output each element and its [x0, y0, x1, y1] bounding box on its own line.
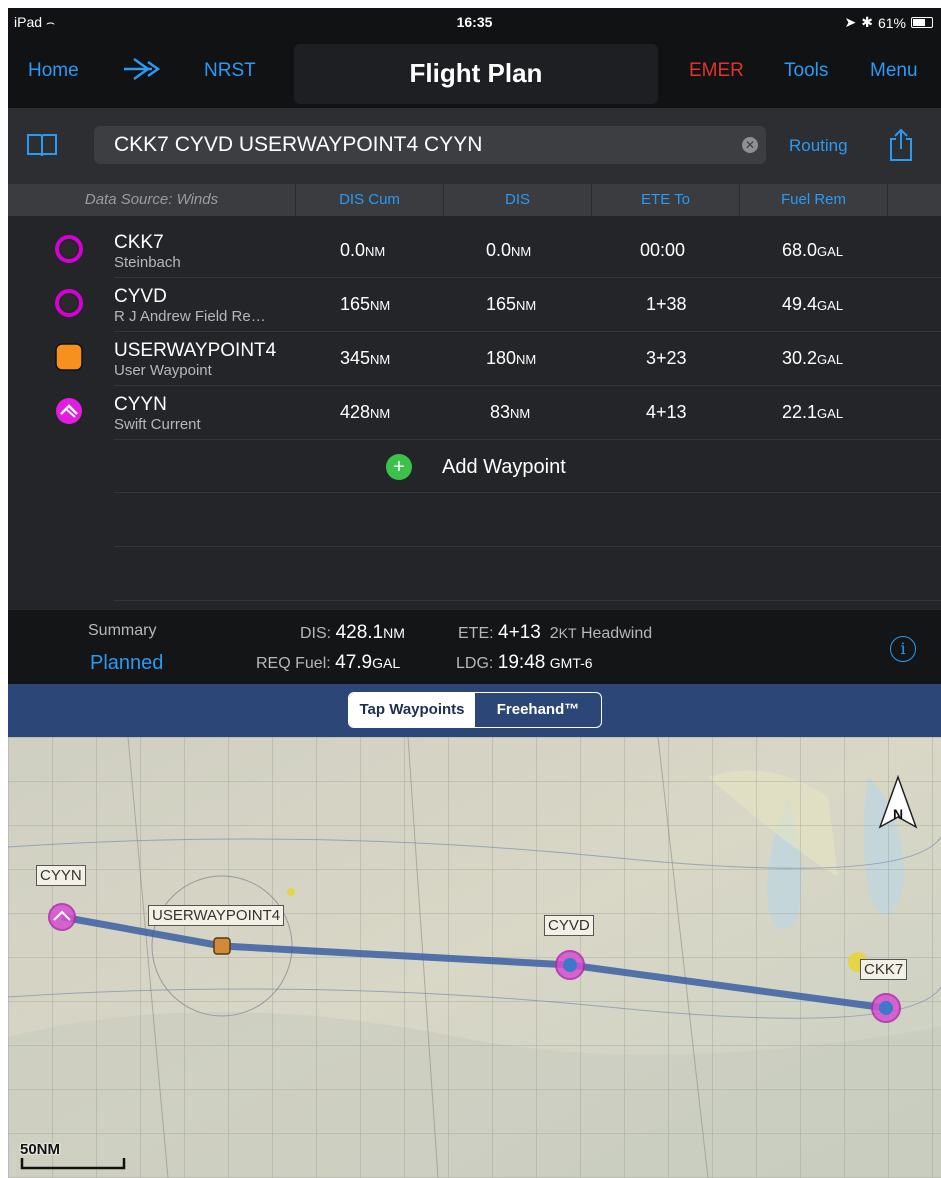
map-scale: 50NM [20, 1141, 130, 1177]
data-source-header[interactable]: Data Source: Winds [8, 184, 296, 216]
tap-waypoints-tab[interactable]: Tap Waypoints [349, 693, 475, 727]
status-right: ➤ ✱ 61% [844, 14, 933, 31]
fuel-rem-value: 68.0GAL [782, 240, 844, 260]
waypoint-name: CYVD [114, 286, 167, 307]
clock: 16:35 [456, 14, 493, 30]
dis-value: 180NM [486, 348, 537, 368]
airport-ring-icon [55, 289, 83, 317]
map-label-ckk7: CKK7 [860, 959, 908, 980]
waypoint-subtitle: R J Andrew Field Re… [114, 308, 266, 325]
waypoint-row[interactable]: CYVD R J Andrew Field Re… 165NM 165NM 1+… [8, 278, 941, 332]
emer-button[interactable]: EMER [689, 60, 744, 82]
col-dis[interactable]: DIS [444, 184, 592, 216]
dis-value: 0.0NM [486, 240, 532, 260]
summary-title: Summary [88, 622, 157, 639]
waypoint-name: USERWAYPOINT4 [114, 340, 277, 361]
map-label-cyvd: CYVD [544, 915, 594, 936]
routing-button[interactable]: Routing [789, 136, 848, 156]
waypoint-list: CKK7 Steinbach 0.0NM 0.0NM 00:00 68.0GAL… [8, 216, 941, 616]
freehand-tab[interactable]: Freehand™ [475, 693, 601, 727]
status-bar: iPad ⌢ 16:35 ➤ ✱ 61% [8, 8, 941, 36]
route-bar: CKK7 CYVD USERWAYPOINT4 CYYN ✕ Routing [8, 108, 941, 184]
app-screen: iPad ⌢ 16:35 ➤ ✱ 61% Home NRST Flight Pl… [8, 8, 941, 1178]
add-waypoint-label: Add Waypoint [442, 455, 566, 478]
clear-icon[interactable]: ✕ [742, 137, 758, 153]
nrst-button[interactable]: NRST [204, 60, 256, 82]
col-dis-cum[interactable]: DIS Cum [296, 184, 444, 216]
route-input[interactable]: CKK7 CYVD USERWAYPOINT4 CYYN ✕ [94, 126, 766, 164]
fuel-rem-value: 49.4GAL [782, 294, 844, 314]
fuel-rem-value: 30.2GAL [782, 348, 844, 368]
map-canvas: N [8, 737, 941, 1178]
home-button[interactable]: Home [28, 60, 79, 82]
map-waypoint-userwaypoint4 [213, 937, 231, 955]
waypoint-subtitle: Swift Current [114, 416, 201, 433]
map-waypoint-cyvd [555, 950, 585, 980]
map-mode-segmented: Tap Waypoints Freehand™ [348, 692, 602, 728]
airport-runway-icon [56, 398, 82, 424]
info-icon[interactable]: i [890, 636, 916, 662]
direct-to-icon [124, 57, 161, 81]
fuel-rem-value: 22.1GAL [782, 402, 844, 422]
direct-to-button[interactable] [122, 56, 162, 88]
page-title: Flight Plan [409, 58, 543, 88]
summary-dis: DIS: 428.1NM [300, 622, 405, 643]
route-text: CKK7 CYVD USERWAYPOINT4 CYYN [114, 133, 483, 156]
add-waypoint-button[interactable]: + Add Waypoint [386, 454, 566, 480]
map-label-userwaypoint4: USERWAYPOINT4 [148, 905, 285, 926]
waypoint-subtitle: Steinbach [114, 254, 181, 271]
dis-cum-value: 428NM [340, 402, 391, 422]
procedures-book-icon[interactable] [26, 132, 58, 158]
map-label-cyyn: CYYN [36, 865, 86, 886]
dis-value: 83NM [490, 402, 531, 422]
map-mode-bar: Tap Waypoints Freehand™ [8, 684, 941, 737]
dis-cum-value: 0.0NM [340, 240, 386, 260]
share-icon[interactable] [888, 128, 914, 162]
sectional-map[interactable]: N CYYN USERWAYPOINT4 CYVD CKK7 50NM [8, 737, 941, 1178]
summary-ldg: LDG: 19:48 GMT-6 [456, 652, 593, 673]
summary-bar: Summary Planned DIS: 428.1NM REQ Fuel: 4… [8, 610, 941, 684]
add-icon: + [386, 454, 412, 480]
bluetooth-icon: ✱ [861, 14, 873, 30]
battery-icon [911, 17, 933, 28]
scale-bar [20, 1158, 126, 1170]
ete-value: 3+23 [646, 348, 687, 368]
waypoint-row[interactable]: USERWAYPOINT4 User Waypoint 345NM 180NM … [8, 332, 941, 386]
table-header: Data Source: Winds DIS Cum DIS ETE To Fu… [8, 184, 941, 216]
menu-button[interactable]: Menu [870, 60, 918, 82]
dis-cum-value: 165NM [340, 294, 391, 314]
north-label: N [893, 806, 903, 822]
nav-bar: Home NRST Flight Plan EMER Tools Menu [8, 36, 941, 108]
dis-cum-value: 345NM [340, 348, 391, 368]
airport-ring-icon [55, 235, 83, 263]
map-waypoint-cyyn [48, 903, 76, 931]
location-arrow-icon: ➤ [844, 14, 857, 30]
map-waypoint-ckk7 [871, 993, 901, 1023]
ete-value: 4+13 [646, 402, 687, 422]
dis-value: 165NM [486, 294, 537, 314]
waypoint-row[interactable]: CKK7 Steinbach 0.0NM 0.0NM 00:00 68.0GAL [8, 224, 941, 278]
scale-label: 50NM [20, 1141, 61, 1158]
col-fuel-rem[interactable]: Fuel Rem [740, 184, 888, 216]
user-waypoint-icon [55, 343, 83, 371]
battery-percent: 61% [877, 14, 906, 31]
planned-mode-button[interactable]: Planned [90, 652, 163, 675]
waypoint-name: CYYN [114, 394, 167, 415]
summary-ete: ETE: 4+13 2KT Headwind [458, 622, 653, 643]
summary-req-fuel: REQ Fuel: 47.9GAL [256, 652, 401, 673]
tools-button[interactable]: Tools [784, 60, 828, 82]
ete-value: 00:00 [640, 240, 686, 260]
waypoint-subtitle: User Waypoint [114, 362, 212, 379]
ete-value: 1+38 [646, 294, 687, 314]
waypoint-name: CKK7 [114, 232, 164, 253]
waypoint-row[interactable]: CYYN Swift Current 428NM 83NM 4+13 22.1G… [8, 386, 941, 440]
col-ete-to[interactable]: ETE To [592, 184, 740, 216]
